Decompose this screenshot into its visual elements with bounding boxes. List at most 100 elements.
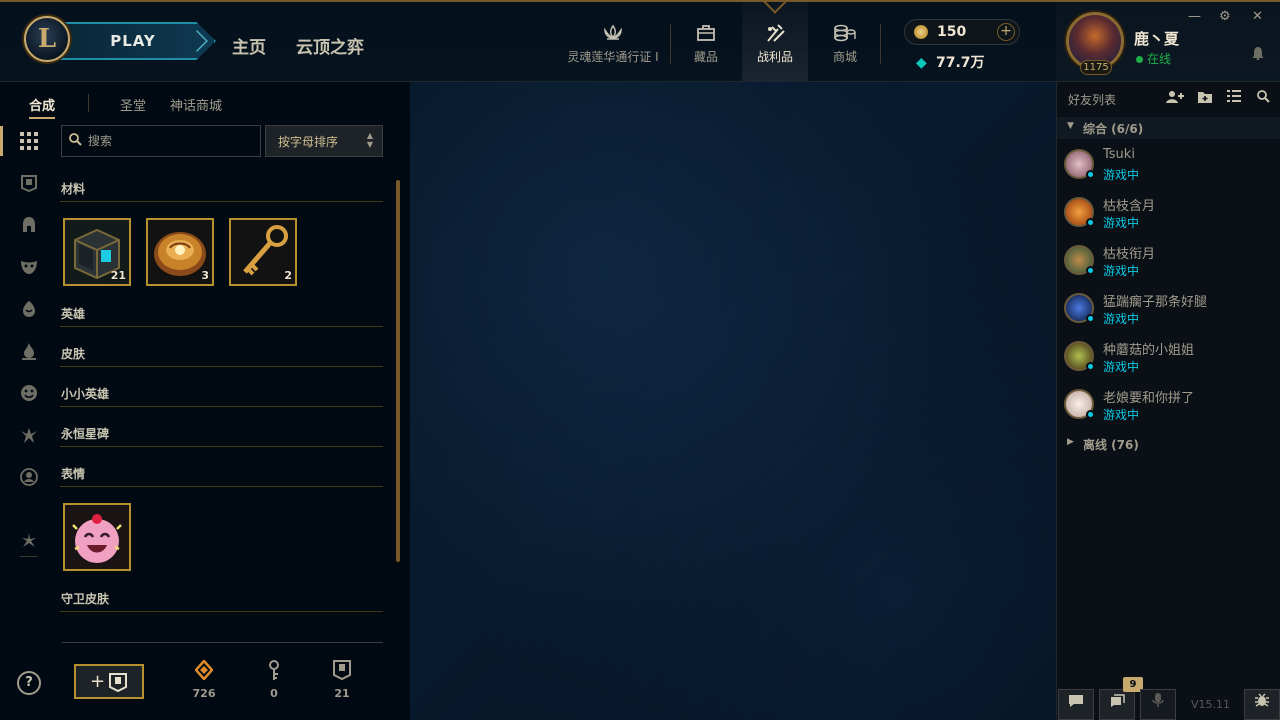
logo-play-group: L PLAY bbox=[24, 16, 216, 66]
group-offline[interactable]: ▶ 离线 (76) bbox=[1057, 433, 1280, 455]
nav-tft[interactable]: 云顶之弈 bbox=[296, 33, 364, 58]
key-fragment-counter: 0 bbox=[254, 660, 294, 700]
friends-panel: 好友列表 ▼ 综合 (6/6) Tsuki 游戏中 枯枝含月 游戏中 枯枝衔月 … bbox=[1056, 82, 1280, 720]
tab-mythic-shop[interactable]: 神话商城 bbox=[170, 95, 222, 114]
essence-counter: 726 bbox=[184, 659, 224, 700]
friend-status: 游戏中 bbox=[1103, 264, 1140, 278]
divider bbox=[62, 642, 383, 643]
sort-dropdown[interactable]: 按字母排序 ▲ ▼ bbox=[265, 125, 383, 157]
tile-count: 2 bbox=[284, 269, 292, 282]
filter-champion-helmet-icon[interactable] bbox=[16, 212, 42, 238]
loot-tile-orb[interactable]: 3 bbox=[146, 218, 214, 286]
chat-icon[interactable] bbox=[1058, 689, 1094, 720]
friends-title: 好友列表 bbox=[1068, 93, 1117, 107]
divider bbox=[20, 556, 38, 557]
nav-pass[interactable]: 灵魂莲华通行证 I bbox=[562, 2, 664, 82]
friend-status: 游戏中 bbox=[1103, 312, 1140, 326]
be-value: 77.7万 bbox=[936, 55, 985, 71]
nav-loot-label: 战利品 bbox=[756, 50, 793, 64]
friend-avatar bbox=[1064, 149, 1095, 179]
loot-icon bbox=[742, 22, 808, 44]
nav-loot[interactable]: 战利品 bbox=[742, 0, 808, 82]
filter-icon-portrait-icon[interactable] bbox=[16, 464, 42, 490]
profile-panel: 1175 鹿丶夏 在线 — ⚙ ✕ bbox=[1056, 0, 1280, 82]
chest-value: 21 bbox=[334, 687, 350, 700]
key-fragment-value: 0 bbox=[270, 687, 278, 700]
filter-ward-icon[interactable] bbox=[16, 422, 42, 448]
loot-tile-key[interactable]: 2 bbox=[229, 218, 297, 286]
friend-row[interactable]: 老娘要和你拼了 游戏中 bbox=[1057, 381, 1280, 429]
lotus-icon bbox=[562, 22, 664, 44]
level-badge: 1175 bbox=[1080, 60, 1112, 75]
friend-row[interactable]: 猛踹瘸子那条好腿 游戏中 bbox=[1057, 285, 1280, 333]
filter-emote-smile-icon[interactable] bbox=[16, 380, 42, 406]
nav-pass-label: 灵魂莲华通行证 I bbox=[567, 50, 659, 64]
microphone-icon[interactable] bbox=[1140, 689, 1176, 720]
messages-icon[interactable] bbox=[1099, 689, 1135, 720]
ingame-status-icon bbox=[1086, 266, 1095, 275]
filter-all-grid-icon[interactable] bbox=[16, 128, 42, 154]
search-icon[interactable] bbox=[1257, 90, 1270, 107]
active-indicator bbox=[0, 126, 3, 156]
collection-icon bbox=[676, 22, 736, 44]
buy-rp-button[interactable]: + bbox=[997, 23, 1015, 41]
filter-little-legend-icon[interactable] bbox=[16, 296, 42, 322]
add-folder-icon[interactable] bbox=[1197, 90, 1213, 108]
nav-collection-label: 藏品 bbox=[693, 50, 718, 64]
profile-status[interactable]: 在线 bbox=[1136, 50, 1171, 67]
friend-row[interactable]: Tsuki 游戏中 bbox=[1057, 141, 1280, 189]
friend-name: 猛踹瘸子那条好腿 bbox=[1103, 295, 1208, 310]
settings-gear-icon[interactable]: ⚙ bbox=[1219, 9, 1231, 24]
filter-skin-mask-icon[interactable] bbox=[16, 254, 42, 280]
nav-collection[interactable]: 藏品 bbox=[676, 2, 736, 82]
help-icon[interactable]: ? bbox=[17, 671, 41, 695]
tab-crafting[interactable]: 合成 bbox=[29, 95, 56, 119]
play-button[interactable]: PLAY bbox=[52, 22, 216, 60]
bug-report-icon[interactable] bbox=[1244, 689, 1280, 720]
loot-tile-hextech-chest[interactable]: 21 bbox=[63, 218, 131, 286]
friends-header: 好友列表 bbox=[1057, 82, 1280, 114]
nav-store-label: 商城 bbox=[832, 50, 857, 64]
add-friend-icon[interactable] bbox=[1165, 90, 1185, 108]
close-icon[interactable]: ✕ bbox=[1252, 9, 1263, 24]
tab-sanctum[interactable]: 圣堂 bbox=[120, 95, 146, 114]
group-general[interactable]: ▼ 综合 (6/6) bbox=[1057, 117, 1280, 139]
search-input[interactable] bbox=[88, 131, 253, 151]
list-view-icon[interactable] bbox=[1227, 90, 1241, 106]
category-label: 小小英雄 bbox=[61, 387, 110, 401]
ingame-status-icon bbox=[1086, 410, 1095, 419]
group-label: 综合 (6/6) bbox=[1083, 122, 1144, 136]
notification-bell-icon[interactable] bbox=[1252, 46, 1264, 64]
friend-name: Tsuki bbox=[1103, 147, 1135, 162]
ingame-status-icon bbox=[1086, 170, 1095, 179]
search-box[interactable] bbox=[61, 125, 261, 157]
filter-chest-icon[interactable] bbox=[16, 170, 42, 196]
loot-subtabs: 合成 圣堂 神话商城 bbox=[0, 82, 410, 122]
play-button-label: PLAY bbox=[110, 32, 156, 50]
chest-icon bbox=[109, 672, 128, 692]
friend-avatar bbox=[1064, 341, 1095, 371]
active-notch bbox=[762, 0, 788, 14]
loot-tile-emote[interactable] bbox=[63, 503, 131, 571]
ingame-status-icon bbox=[1086, 362, 1095, 371]
category-ward-skins: 守卫皮肤 bbox=[60, 590, 383, 612]
top-bar: L PLAY 主页 云顶之弈 灵魂莲华通行证 I 藏品 战利品 商城 150 +… bbox=[0, 0, 1056, 82]
scrollbar[interactable] bbox=[396, 180, 400, 562]
friend-row[interactable]: 种蘑菇的小姐姐 游戏中 bbox=[1057, 333, 1280, 381]
category-emotes: 表情 bbox=[60, 465, 383, 487]
friend-row[interactable]: 枯枝含月 游戏中 bbox=[1057, 189, 1280, 237]
loot-panel: 合成 圣堂 神话商城 搜索 按字母排序 ▲ ▼ 材料 21 3 2 英雄 皮肤 … bbox=[0, 82, 410, 720]
minimize-icon[interactable]: — bbox=[1188, 9, 1201, 24]
filter-other-icon[interactable] bbox=[16, 528, 42, 554]
craft-plus-label: + bbox=[89, 671, 106, 692]
craft-key-button[interactable]: + bbox=[74, 664, 144, 699]
chest-counter: 21 bbox=[322, 660, 362, 700]
filter-eternals-flame-icon[interactable] bbox=[16, 338, 42, 364]
friend-avatar bbox=[1064, 389, 1095, 419]
nav-home[interactable]: 主页 bbox=[232, 33, 266, 58]
profile-name[interactable]: 鹿丶夏 bbox=[1134, 28, 1179, 49]
be-balance: ◆ 77.7万 bbox=[916, 52, 985, 72]
store-icon bbox=[816, 22, 874, 44]
friend-row[interactable]: 枯枝衔月 游戏中 bbox=[1057, 237, 1280, 285]
nav-store[interactable]: 商城 bbox=[816, 2, 874, 82]
